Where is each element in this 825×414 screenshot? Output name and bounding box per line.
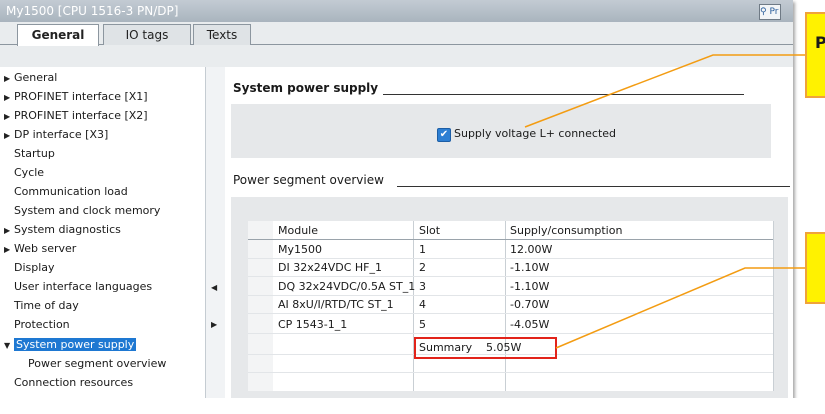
leader-line-bottom [555, 267, 812, 349]
leader-line-top [524, 54, 812, 128]
callout-top: P [805, 12, 825, 98]
tab-general[interactable]: General [17, 24, 99, 46]
leader-lines [524, 54, 812, 349]
torn-edge [0, 398, 825, 414]
callout-top-text: P [815, 33, 825, 52]
torn-edge-shape [0, 399, 825, 414]
callout-bottom [805, 232, 825, 304]
